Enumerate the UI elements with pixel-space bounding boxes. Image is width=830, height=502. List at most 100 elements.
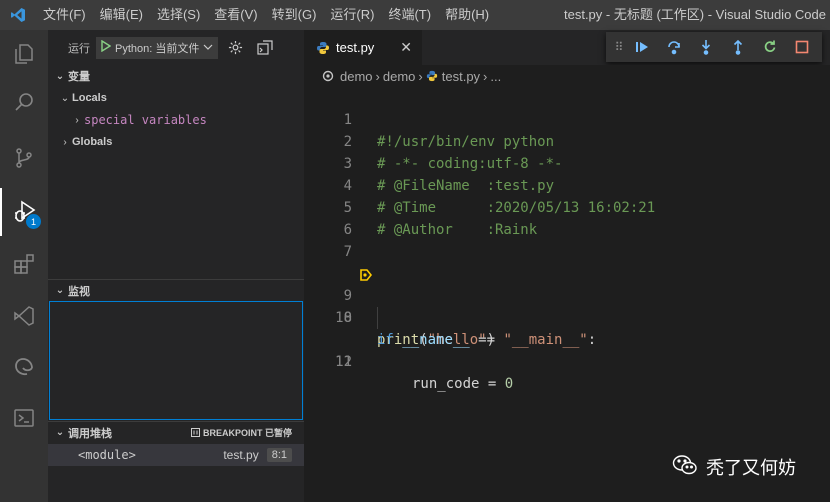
code-line: 6 <box>304 197 830 238</box>
menu-edit[interactable]: 编辑(E) <box>93 0 150 30</box>
special-variables-label: special variables <box>84 113 207 127</box>
chevron-right-icon: › <box>483 68 488 84</box>
code-token: = <box>479 376 505 392</box>
terminal-icon[interactable] <box>0 394 48 442</box>
stack-frame-position: 8:1 <box>266 448 292 462</box>
menu-help[interactable]: 帮助(H) <box>438 0 496 30</box>
watch-panel[interactable] <box>49 301 303 420</box>
menu-bar: 文件(F) 编辑(E) 选择(S) 查看(V) 转到(G) 运行(R) 终端(T… <box>36 0 496 30</box>
code-line: 10 if __name__ == "__main__": <box>304 285 830 348</box>
watch-section-header[interactable]: ⌄ 监视 <box>48 279 304 301</box>
menu-file[interactable]: 文件(F) <box>36 0 93 30</box>
close-icon[interactable]: ✕ <box>400 39 412 56</box>
stop-icon[interactable] <box>786 32 818 62</box>
stack-frame-row[interactable]: <module> test.py 8:1 <box>48 444 304 466</box>
code-line: 12 <box>304 329 830 370</box>
pause-box-icon <box>190 428 200 437</box>
step-over-icon[interactable] <box>658 32 690 62</box>
breakpoint-status-text: BREAKPOINT 已暂停 <box>202 428 292 438</box>
python-icon <box>426 70 438 82</box>
window-title: test.py - 无标题 (工作区) - Visual Studio Code <box>563 7 826 22</box>
search-icon[interactable] <box>0 78 48 126</box>
locals-label: Locals <box>72 92 107 104</box>
stack-frame-file: test.py <box>223 448 259 462</box>
code-token: run_code <box>412 376 480 392</box>
line-number: 12 <box>335 354 352 370</box>
chevron-right-icon: › <box>63 136 67 148</box>
code-line: 3 # @FileName :test.py <box>304 131 830 194</box>
code-token: 0 <box>504 376 514 392</box>
wechat-watermark: 秃了又何妨 <box>672 452 796 482</box>
menu-selection[interactable]: 选择(S) <box>150 0 207 30</box>
callstack-section-header[interactable]: ⌄ 调用堆栈 BREAKPOINT 已暂停 <box>48 421 304 443</box>
breakpoint-status: BREAKPOINT 已暂停 <box>190 426 292 439</box>
menu-go[interactable]: 转到(G) <box>265 0 324 30</box>
menu-terminal[interactable]: 终端(T) <box>381 0 438 30</box>
menu-view[interactable]: 查看(V) <box>207 0 264 30</box>
code-line: 2 # -*- coding:utf-8 -*- <box>304 109 830 172</box>
line-text: run_code = 0 <box>412 373 513 395</box>
debug-toolbar: ⠿ <box>606 32 822 62</box>
tab-test-py[interactable]: test.py ✕ <box>304 30 422 65</box>
title-bar: 文件(F) 编辑(E) 选择(S) 查看(V) 转到(G) 运行(R) 终端(T… <box>0 0 830 30</box>
step-into-icon[interactable] <box>690 32 722 62</box>
breadcrumb-item[interactable]: ... <box>490 69 501 84</box>
drag-handle-icon[interactable]: ⠿ <box>612 40 626 54</box>
chevron-down-icon: ⌄ <box>55 427 65 438</box>
run-debug-icon[interactable]: 1 <box>0 188 48 236</box>
watermark-text: 秃了又何妨 <box>706 458 796 478</box>
remote-icon[interactable] <box>0 292 48 340</box>
chevron-right-icon: › <box>418 68 423 84</box>
vscode-logo-icon <box>0 0 36 30</box>
activity-bar: 1 <box>0 30 48 502</box>
code-line: 4 # @Time :2020/05/13 16:02:21 <box>304 153 830 216</box>
debug-config-select[interactable]: Python: 当前文件 <box>96 36 219 59</box>
locals-scope[interactable]: ⌄ Locals <box>48 87 304 109</box>
breadcrumb-item[interactable]: test.py <box>442 69 480 84</box>
code-editor[interactable]: 1 #!/usr/bin/env python 2 # -*- coding:u… <box>304 87 830 502</box>
debug-config-label: Python: 当前文件 <box>115 42 200 55</box>
special-variables-row[interactable]: › special variables <box>48 109 304 131</box>
run-label: 运行 <box>68 42 90 55</box>
python-icon <box>316 41 330 55</box>
restart-icon[interactable] <box>754 32 786 62</box>
chevron-right-icon: › <box>375 68 380 84</box>
play-icon[interactable] <box>101 39 112 55</box>
breadcrumb: demo › demo › test.py › ... <box>304 65 830 87</box>
code-line: 11 run_code = 0 <box>304 307 830 392</box>
chevron-right-icon: › <box>75 114 79 126</box>
edge-icon[interactable] <box>0 342 48 390</box>
chevron-down-icon: ⌄ <box>60 92 70 104</box>
run-toolbar: 运行 Python: 当前文件 <box>48 30 304 65</box>
gear-icon[interactable] <box>228 40 243 55</box>
menu-run[interactable]: 运行(R) <box>323 0 381 30</box>
chevron-down-icon <box>203 42 213 54</box>
current-code-line: 8 print("hello") <box>304 241 830 348</box>
watch-title: 监视 <box>68 285 90 298</box>
continue-icon[interactable] <box>626 32 658 62</box>
code-line: 7 <box>304 219 830 260</box>
globals-scope[interactable]: › Globals <box>48 131 304 153</box>
chevron-down-icon: ⌄ <box>55 70 65 82</box>
variables-title: 变量 <box>68 71 90 83</box>
stack-frame-name: <module> <box>78 448 136 462</box>
debug-sidebar: 运行 Python: 当前文件 ⌄ 变量 ⌄ Locals › special … <box>48 30 304 502</box>
breadcrumb-item[interactable]: demo <box>340 69 373 84</box>
chevron-down-icon: ⌄ <box>55 285 65 296</box>
breadcrumb-item[interactable]: demo <box>383 69 416 84</box>
folder-icon <box>322 70 334 82</box>
code-line: 1 #!/usr/bin/env python <box>304 87 830 150</box>
explorer-icon[interactable] <box>0 30 48 78</box>
open-terminal-icon[interactable] <box>257 40 273 55</box>
globals-label: Globals <box>72 136 113 148</box>
step-out-icon[interactable] <box>722 32 754 62</box>
source-control-icon[interactable] <box>0 134 48 182</box>
callstack-title: 调用堆栈 <box>68 427 112 440</box>
code-line: 5 # @Author :Raink <box>304 175 830 238</box>
indent-guide <box>377 307 378 329</box>
code-line: 9 <box>304 263 830 304</box>
extensions-icon[interactable] <box>0 240 48 288</box>
tab-label: test.py <box>336 40 375 55</box>
variables-section-header[interactable]: ⌄ 变量 <box>48 65 304 87</box>
wechat-icon <box>672 454 698 481</box>
